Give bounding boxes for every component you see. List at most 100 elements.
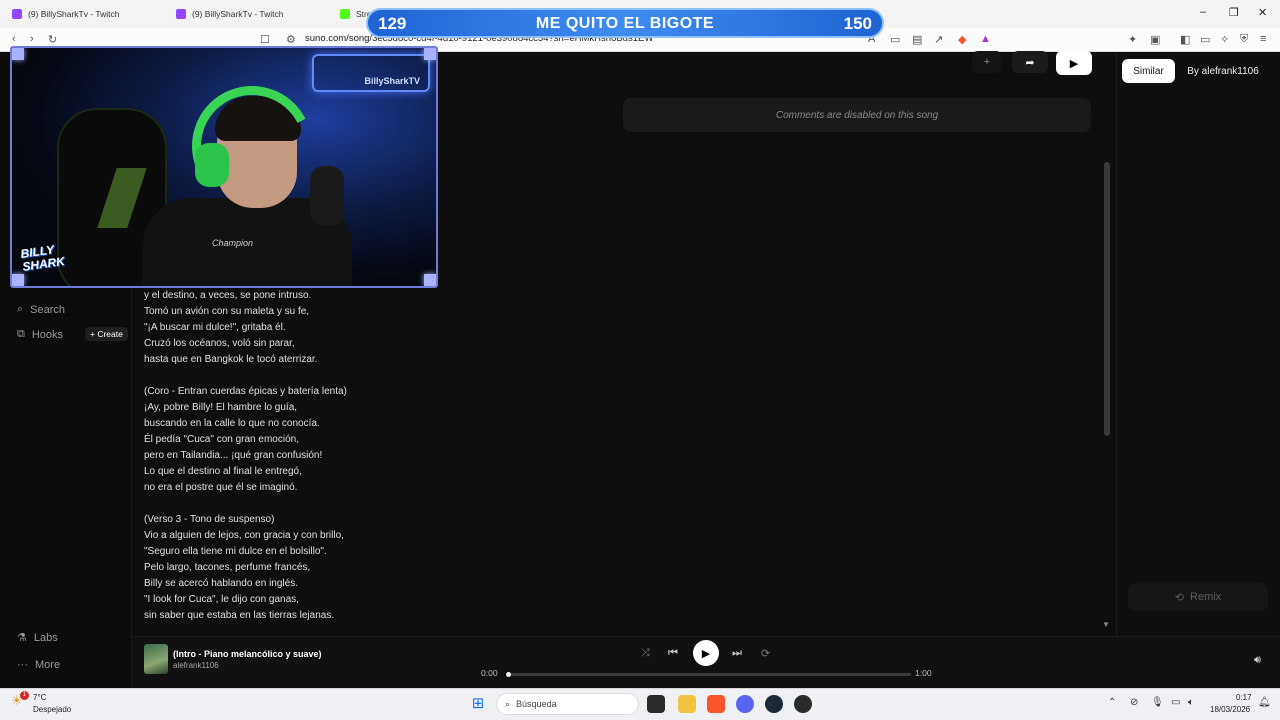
show-hidden-icons[interactable]: ⌃ (1108, 697, 1116, 708)
browser-tab[interactable]: (9) BillySharkTv - Twitch (4, 3, 164, 25)
player-artist[interactable]: alefrank1106 (173, 661, 219, 670)
search-icon: ⌕ (505, 698, 511, 709)
back-icon[interactable]: ‹ (12, 33, 16, 45)
site-info-icon[interactable]: ⚙ (286, 33, 296, 46)
clock-date[interactable]: 18/03/2026 (1210, 705, 1250, 714)
remix-button[interactable]: ⟲ Remix (1128, 583, 1268, 611)
reader-icon[interactable]: ▤ (912, 33, 922, 46)
sidebar-toggle-icon[interactable]: ◧ (1180, 33, 1190, 46)
obs-icon[interactable] (794, 695, 812, 713)
more-icon: ··· (17, 659, 28, 671)
sidebar-item-label: More (35, 659, 61, 671)
notification-badge: 1 (20, 691, 29, 700)
headphones-earcup (195, 143, 229, 187)
create-button[interactable]: + Create (85, 327, 128, 341)
file-explorer-icon[interactable] (678, 695, 696, 713)
wallet-icon[interactable]: ▭ (1200, 33, 1210, 46)
add-button[interactable]: + (972, 51, 1002, 73)
flask-icon: ⚗ (17, 632, 27, 644)
shuffle-icon[interactable]: ⤨ (641, 647, 650, 660)
sidebar-item-labs[interactable]: ⚗ Labs (17, 631, 58, 645)
start-icon[interactable]: ⊞ (469, 695, 487, 713)
tab-title: (9) BillySharkTv - Twitch (28, 9, 120, 19)
vpn-icon[interactable]: ⛨ (1240, 33, 1248, 46)
sidebar-item-search[interactable]: ⌕ Search (17, 303, 65, 316)
play-song-button[interactable]: ▶ (1056, 51, 1092, 75)
cast-icon[interactable]: ▭ (890, 33, 900, 46)
current-time: 0:00 (481, 668, 498, 678)
maximize-icon[interactable]: ❐ (1229, 6, 1239, 19)
clock-time[interactable]: 0:17 (1236, 693, 1252, 702)
brave-rewards-icon[interactable]: ▲ (980, 33, 991, 45)
task-view-icon[interactable] (647, 695, 665, 713)
kick-icon (340, 9, 350, 19)
tab-title: (9) BillySharkTv - Twitch (192, 9, 284, 19)
lyrics-block: y el destino, a veces, se pone intruso. … (144, 290, 318, 365)
steam-icon[interactable] (765, 695, 783, 713)
share-button[interactable]: ➦ (1012, 51, 1048, 73)
search-icon: ⌕ (17, 303, 24, 315)
hooks-icon: ⧉ (17, 328, 25, 340)
progress-bar[interactable] (507, 673, 911, 676)
share-icon: ➦ (1025, 56, 1035, 69)
goal-message: ME QUITO EL BIGOTE (535, 15, 715, 32)
menu-icon[interactable]: ≡ (1260, 33, 1266, 45)
stream-goal-banner: 129 ME QUITO EL BIGOTE 150 (366, 8, 884, 38)
twitch-icon (176, 9, 186, 19)
bookmark-icon[interactable]: ☐ (260, 33, 270, 46)
extensions-icon[interactable]: ✦ (1128, 33, 1137, 46)
frame-corner (12, 48, 24, 60)
leo-icon[interactable]: ✧ (1220, 33, 1229, 46)
progress-handle[interactable] (506, 672, 511, 677)
microphone-icon[interactable]: 🎙︎ (1151, 697, 1164, 708)
scrollbar-thumb[interactable] (1104, 162, 1110, 436)
share-icon[interactable]: ↗ (934, 33, 943, 46)
repeat-icon[interactable]: ⟳ (761, 647, 770, 660)
frame-corner (424, 48, 436, 60)
network-off-icon[interactable]: ⊘ (1130, 697, 1138, 708)
close-window-icon[interactable]: ✕ (1258, 6, 1267, 19)
song-cover-art[interactable] (144, 644, 168, 674)
duration: 1:00 (915, 668, 932, 678)
tab-search-icon[interactable]: ▣ (1150, 33, 1160, 46)
sidebar-item-label: Search (30, 303, 66, 316)
previous-icon[interactable]: ⏮ (668, 647, 678, 660)
next-icon[interactable]: ⏭ (732, 647, 742, 660)
sidebar-item-hooks[interactable]: ⧉ Hooks (17, 328, 63, 341)
channel-logo: BILLY SHARK (19, 242, 66, 274)
play-icon: ▶ (1069, 57, 1079, 70)
notifications-icon[interactable]: 🔔︎ (1258, 697, 1271, 708)
scroll-down-icon[interactable]: ▼ (1102, 620, 1110, 629)
weather-temp: 7°C (33, 693, 47, 702)
sidebar-item-more[interactable]: ··· More (17, 659, 60, 671)
frame-corner (424, 274, 436, 286)
volume-icon[interactable]: 🔊︎ (1254, 654, 1261, 667)
shirt-logo: Champion (212, 238, 254, 248)
goal-target-count: 150 (843, 14, 872, 33)
forward-icon[interactable]: › (30, 33, 34, 45)
webcam-overlay: BillySharkTV Champion BILLY SHARK (10, 46, 438, 288)
discord-icon[interactable] (736, 695, 754, 713)
play-icon: ▶ (701, 647, 711, 660)
player-play-button[interactable]: ▶ (693, 640, 719, 666)
browser-tab[interactable]: (9) BillySharkTv - Twitch (168, 3, 328, 25)
minimize-icon[interactable]: – (1200, 6, 1206, 18)
weather-desc: Despejado (33, 705, 72, 714)
by-artist-tab[interactable]: By alefrank1106 (1184, 59, 1262, 83)
similar-tab[interactable]: Similar (1122, 59, 1175, 83)
right-panel (1116, 52, 1280, 636)
brave-browser-icon[interactable] (707, 695, 725, 713)
sidebar-item-label: Labs (33, 631, 58, 644)
taskbar (0, 688, 1280, 720)
comments-disabled-notice: Comments are disabled on this song (623, 98, 1091, 132)
speaker-icon[interactable]: 🔈︎ (1188, 697, 1194, 708)
neon-sign: BillySharkTV (312, 54, 430, 92)
brave-shield-icon[interactable]: ◆ (958, 33, 966, 46)
display-icon[interactable]: ▭ (1171, 697, 1180, 708)
taskbar-search-placeholder: Búsqueda (516, 699, 557, 709)
twitch-icon (12, 9, 22, 19)
player-song-title[interactable]: (Intro - Piano melancólico y suave) (173, 649, 322, 659)
remix-icon: ⟲ (1174, 591, 1185, 604)
reload-icon[interactable]: ↻ (48, 33, 57, 46)
taskbar-search[interactable]: ⌕ Búsqueda (496, 693, 639, 715)
